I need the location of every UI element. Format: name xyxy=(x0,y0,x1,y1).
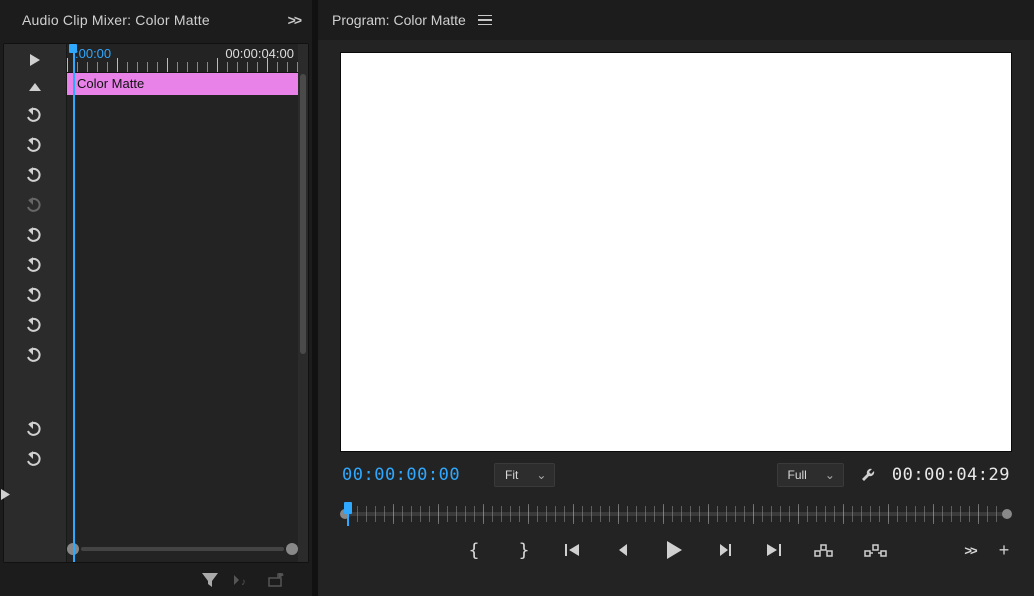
add-button-icon[interactable]: + xyxy=(994,540,1014,560)
play-icon[interactable] xyxy=(1,488,10,503)
mark-out-button[interactable]: } xyxy=(514,540,534,560)
scrub-zoom-right[interactable] xyxy=(1002,509,1012,519)
export-icon xyxy=(268,573,284,590)
left-timeline[interactable]: :00:00 00:00:04:00 Color Matte xyxy=(67,44,298,562)
zoom-select-label: Fit xyxy=(505,468,518,482)
playhead-marker[interactable] xyxy=(344,502,352,514)
left-time-ruler[interactable]: :00:00 00:00:04:00 xyxy=(67,44,298,73)
quality-select[interactable]: Full ⌄ xyxy=(777,463,844,487)
program-monitor-panel: Program: Color Matte 00:00:00:00 Fit ⌄ F… xyxy=(318,0,1034,596)
left-horizontal-scrollbar[interactable] xyxy=(67,542,298,556)
reset-icon[interactable] xyxy=(26,418,44,440)
mark-in-button[interactable]: { xyxy=(464,540,484,560)
clip-label: Color Matte xyxy=(77,76,144,91)
reset-icon[interactable] xyxy=(26,314,44,336)
program-header: Program: Color Matte xyxy=(318,0,1034,40)
reset-icon[interactable] xyxy=(26,224,44,246)
chevron-down-icon: ⌄ xyxy=(536,468,546,482)
zoom-select[interactable]: Fit ⌄ xyxy=(494,463,555,487)
left-vertical-scrollbar[interactable] xyxy=(298,44,308,562)
reset-icon xyxy=(26,194,44,216)
step-forward-button[interactable] xyxy=(714,540,734,560)
program-scrub-bar[interactable] xyxy=(340,500,1012,528)
button-editor-overflow-icon[interactable]: >> xyxy=(960,540,980,560)
reset-icon[interactable] xyxy=(26,284,44,306)
panel-menu-icon[interactable] xyxy=(478,15,492,26)
left-panel-footer: ♪ xyxy=(0,566,312,596)
play-only-audio-icon: ♪ xyxy=(234,573,252,590)
quality-select-label: Full xyxy=(788,468,807,482)
program-title: Program: Color Matte xyxy=(332,12,466,28)
panel-expand-icon[interactable]: >> xyxy=(270,12,300,28)
effect-controls-panel: Audio Clip Mixer: Color Matte >> xyxy=(0,0,312,596)
svg-text:♪: ♪ xyxy=(241,577,246,587)
extract-button[interactable] xyxy=(864,540,888,560)
reset-icon[interactable] xyxy=(26,254,44,276)
transport-controls: { } >> + xyxy=(318,532,1034,568)
timeline-clip[interactable]: Color Matte xyxy=(67,73,298,95)
step-back-button[interactable] xyxy=(614,540,634,560)
timecode-out: 00:00:04:29 xyxy=(892,465,1010,485)
collapse-up-icon[interactable] xyxy=(29,79,41,94)
lift-button[interactable] xyxy=(814,540,834,560)
left-panel-header: Audio Clip Mixer: Color Matte >> xyxy=(0,0,312,40)
playhead-line xyxy=(73,44,75,562)
settings-wrench-icon[interactable] xyxy=(858,465,878,485)
go-to-out-button[interactable] xyxy=(764,540,784,560)
chevron-down-icon: ⌄ xyxy=(825,468,835,482)
left-panel-title: Audio Clip Mixer: Color Matte xyxy=(22,12,210,28)
play-button[interactable] xyxy=(664,540,684,560)
play-icon[interactable] xyxy=(30,54,40,69)
program-info-row: 00:00:00:00 Fit ⌄ Full ⌄ 00:00:04:29 xyxy=(318,458,1034,492)
reset-icon[interactable] xyxy=(26,448,44,470)
reset-icon[interactable] xyxy=(26,344,44,366)
effect-row-gutter xyxy=(4,44,67,562)
reset-icon[interactable] xyxy=(26,134,44,156)
filter-icon[interactable] xyxy=(202,573,218,590)
reset-icon[interactable] xyxy=(26,104,44,126)
program-monitor-display[interactable] xyxy=(340,52,1012,452)
go-to-in-button[interactable] xyxy=(564,540,584,560)
timecode-in[interactable]: 00:00:00:00 xyxy=(342,465,494,485)
reset-icon[interactable] xyxy=(26,164,44,186)
